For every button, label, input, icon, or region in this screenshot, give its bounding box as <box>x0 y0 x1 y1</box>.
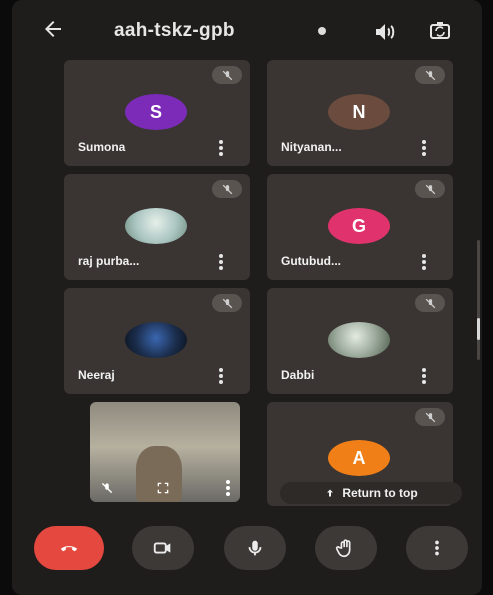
call-controls-bar <box>12 520 482 580</box>
participant-name: Gutubud... <box>281 254 341 268</box>
avatar: S <box>125 94 187 130</box>
more-vert-icon[interactable] <box>218 254 224 270</box>
camera-toggle-button[interactable] <box>132 526 194 570</box>
speaker-icon <box>376 24 395 40</box>
muted-mic-indicator <box>415 408 445 426</box>
participant-tile[interactable]: G Gutubud... <box>267 174 453 280</box>
self-video-preview[interactable] <box>90 402 240 502</box>
return-to-top-label: Return to top <box>342 486 418 500</box>
back-button[interactable] <box>38 17 68 41</box>
more-vert-icon <box>435 540 439 556</box>
more-vert-icon[interactable] <box>421 254 427 270</box>
avatar: N <box>328 94 390 130</box>
mic-off-icon <box>425 412 435 422</box>
switch-camera-button[interactable] <box>427 19 453 43</box>
participant-name: Neeraj <box>78 368 115 382</box>
participant-tile[interactable]: S Sumona <box>64 60 250 166</box>
muted-mic-indicator <box>212 294 242 312</box>
scrollbar-track[interactable] <box>477 240 480 360</box>
mic-off-icon <box>222 298 232 308</box>
muted-mic-indicator <box>415 66 445 84</box>
muted-mic-indicator <box>212 66 242 84</box>
mic-off-icon <box>425 70 435 80</box>
audio-output-button[interactable] <box>372 20 398 44</box>
participant-tile[interactable]: raj purba... <box>64 174 250 280</box>
avatar: A <box>328 440 390 476</box>
arrow-left-icon <box>45 21 61 37</box>
end-call-button[interactable] <box>34 526 104 570</box>
mic-off-icon <box>222 70 232 80</box>
muted-mic-indicator <box>415 180 445 198</box>
meeting-info-dot-icon[interactable] <box>318 27 326 35</box>
microphone-toggle-button[interactable] <box>224 526 286 570</box>
microphone-icon <box>248 540 262 556</box>
participant-name: raj purba... <box>78 254 140 268</box>
participant-tile[interactable]: N Nityanan... <box>267 60 453 166</box>
raise-hand-icon <box>335 539 351 558</box>
call-header: aah-tskz-gpb <box>12 0 482 56</box>
more-vert-icon[interactable] <box>218 140 224 156</box>
return-to-top-button[interactable]: Return to top <box>280 482 462 504</box>
participant-tile[interactable]: Neeraj <box>64 288 250 394</box>
profile-photo <box>125 322 187 358</box>
more-vert-icon[interactable] <box>421 368 427 384</box>
participant-tile[interactable]: Dabbi <box>267 288 453 394</box>
more-options-button[interactable] <box>406 526 468 570</box>
video-camera-icon <box>153 542 171 554</box>
more-vert-icon[interactable] <box>218 368 224 384</box>
participant-name: Sumona <box>78 140 126 154</box>
participant-name: Nityanan... <box>281 140 342 154</box>
end-call-icon <box>60 546 78 552</box>
more-vert-icon[interactable] <box>226 480 232 496</box>
participant-name: Dabbi <box>281 368 315 382</box>
more-vert-icon[interactable] <box>421 140 427 156</box>
mic-off-icon <box>222 184 232 194</box>
arrow-up-icon <box>327 489 334 497</box>
camera-switch-icon <box>430 22 450 39</box>
avatar: G <box>328 208 390 244</box>
muted-mic-indicator <box>415 294 445 312</box>
profile-photo <box>125 208 187 244</box>
scrollbar-thumb[interactable] <box>477 318 480 340</box>
fullscreen-icon[interactable] <box>154 480 172 496</box>
raise-hand-button[interactable] <box>315 526 377 570</box>
profile-photo <box>328 322 390 358</box>
muted-mic-indicator <box>212 180 242 198</box>
mic-off-icon[interactable] <box>98 480 116 496</box>
mic-off-icon <box>425 298 435 308</box>
meet-call-screen: aah-tskz-gpb S Sumona N Nityanan... raj … <box>12 0 482 595</box>
mic-off-icon <box>425 184 435 194</box>
meeting-code[interactable]: aah-tskz-gpb <box>114 20 235 42</box>
